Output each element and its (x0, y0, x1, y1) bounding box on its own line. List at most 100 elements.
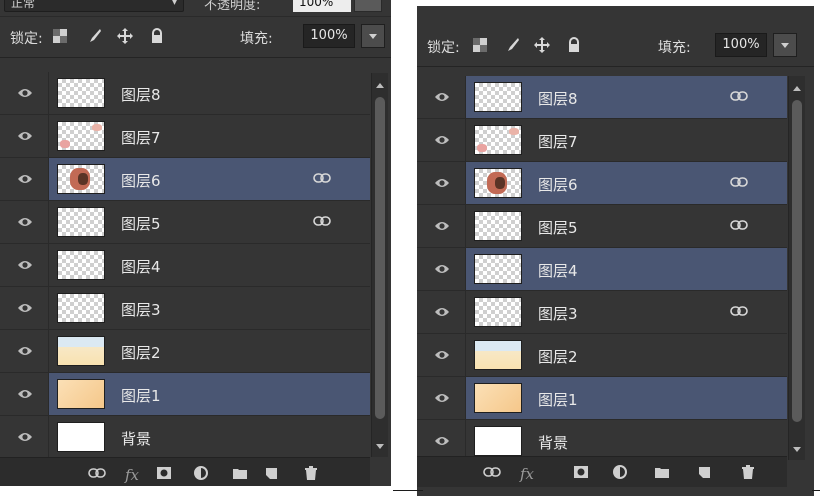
link-layers-icon[interactable] (483, 464, 501, 480)
visibility-eye-icon[interactable] (17, 345, 33, 357)
visibility-eye-icon[interactable] (17, 130, 33, 142)
layer-row[interactable]: 图层8 (417, 76, 787, 119)
lock-transparent-pixels-icon[interactable] (52, 28, 68, 44)
scroll-up-icon[interactable] (793, 86, 801, 91)
visibility-toggle[interactable] (0, 72, 49, 114)
lock-position-icon[interactable] (117, 28, 133, 44)
visibility-toggle[interactable] (0, 115, 49, 157)
fill-dropdown-button[interactable] (773, 33, 797, 57)
visibility-eye-icon[interactable] (17, 173, 33, 185)
scroll-up-icon[interactable] (376, 83, 384, 88)
visibility-toggle[interactable] (0, 158, 49, 200)
layer-row[interactable]: 图层7 (0, 115, 370, 158)
lock-image-pixels-icon[interactable] (86, 28, 102, 44)
delete-layer-icon[interactable] (739, 464, 757, 480)
visibility-eye-icon[interactable] (434, 435, 450, 447)
visibility-toggle[interactable] (0, 244, 49, 286)
scroll-thumb[interactable] (375, 97, 385, 419)
layer-main-cell[interactable]: 图层7 (466, 119, 787, 161)
layer-main-cell[interactable]: 图层2 (49, 330, 370, 372)
layer-main-cell[interactable]: 图层4 (466, 248, 787, 290)
layer-row[interactable]: 图层2 (0, 330, 370, 373)
delete-layer-icon[interactable] (302, 465, 320, 481)
visibility-eye-icon[interactable] (434, 220, 450, 232)
add-mask-icon[interactable] (155, 465, 173, 481)
new-group-icon[interactable] (231, 465, 249, 481)
scroll-thumb[interactable] (792, 100, 802, 422)
visibility-eye-icon[interactable] (434, 177, 450, 189)
visibility-toggle[interactable] (0, 416, 49, 458)
layer-row[interactable]: 图层4 (417, 248, 787, 291)
lock-position-icon[interactable] (534, 37, 550, 53)
layer-row[interactable]: 图层6 (417, 162, 787, 205)
visibility-toggle[interactable] (0, 201, 49, 243)
fill-field[interactable]: 100% (715, 33, 767, 57)
layer-main-cell[interactable]: 图层1 (466, 377, 787, 419)
visibility-toggle[interactable] (417, 334, 466, 376)
visibility-toggle[interactable] (417, 162, 466, 204)
fx-icon[interactable]: fx (125, 465, 143, 483)
visibility-eye-icon[interactable] (434, 349, 450, 361)
opacity-dropdown-button[interactable] (354, 0, 382, 12)
visibility-toggle[interactable] (417, 248, 466, 290)
layer-row[interactable]: 图层1 (417, 377, 787, 420)
visibility-toggle[interactable] (417, 119, 466, 161)
fx-icon[interactable]: fx (520, 464, 538, 482)
visibility-toggle[interactable] (0, 373, 49, 415)
new-layer-icon[interactable] (695, 464, 713, 480)
visibility-toggle[interactable] (417, 291, 466, 333)
layer-main-cell[interactable]: 图层5 (49, 201, 370, 243)
scroll-down-icon[interactable] (793, 447, 801, 452)
visibility-eye-icon[interactable] (17, 302, 33, 314)
layer-main-cell[interactable]: 图层2 (466, 334, 787, 376)
layer-row[interactable]: 图层5 (417, 205, 787, 248)
link-layers-icon[interactable] (88, 465, 106, 481)
visibility-eye-icon[interactable] (17, 87, 33, 99)
layer-row[interactable]: 背景 (0, 416, 370, 459)
layer-main-cell[interactable]: 图层3 (466, 291, 787, 333)
visibility-eye-icon[interactable] (434, 306, 450, 318)
visibility-eye-icon[interactable] (434, 263, 450, 275)
layer-row[interactable]: 图层3 (417, 291, 787, 334)
visibility-toggle[interactable] (417, 205, 466, 247)
fill-dropdown-button[interactable] (361, 24, 385, 48)
new-layer-icon[interactable] (262, 465, 280, 481)
layer-row[interactable]: 图层1 (0, 373, 370, 416)
visibility-eye-icon[interactable] (434, 392, 450, 404)
lock-all-icon[interactable] (566, 37, 582, 53)
visibility-eye-icon[interactable] (434, 134, 450, 146)
visibility-toggle[interactable] (0, 330, 49, 372)
layer-row[interactable]: 图层2 (417, 334, 787, 377)
layer-main-cell[interactable]: 图层3 (49, 287, 370, 329)
new-group-icon[interactable] (653, 464, 671, 480)
visibility-toggle[interactable] (417, 76, 466, 118)
fill-field[interactable]: 100% (303, 24, 355, 48)
lock-transparent-pixels-icon[interactable] (472, 37, 488, 53)
lock-all-icon[interactable] (149, 28, 165, 44)
layer-main-cell[interactable]: 图层6 (49, 158, 370, 200)
layer-main-cell[interactable]: 背景 (49, 416, 370, 458)
layer-main-cell[interactable]: 图层6 (466, 162, 787, 204)
visibility-toggle[interactable] (0, 287, 49, 329)
adjustment-layer-icon[interactable] (193, 465, 211, 481)
layer-main-cell[interactable]: 图层4 (49, 244, 370, 286)
layer-row[interactable]: 图层4 (0, 244, 370, 287)
visibility-eye-icon[interactable] (17, 216, 33, 228)
layer-main-cell[interactable]: 图层7 (49, 115, 370, 157)
layer-main-cell[interactable]: 图层8 (466, 76, 787, 118)
add-mask-icon[interactable] (572, 464, 590, 480)
visibility-toggle[interactable] (417, 377, 466, 419)
visibility-eye-icon[interactable] (17, 259, 33, 271)
layer-main-cell[interactable]: 图层8 (49, 72, 370, 114)
layers-scrollbar[interactable] (371, 73, 388, 457)
visibility-eye-icon[interactable] (434, 91, 450, 103)
layer-row[interactable]: 图层3 (0, 287, 370, 330)
layers-scrollbar[interactable] (788, 76, 805, 460)
layer-row[interactable]: 图层6 (0, 158, 370, 201)
blend-mode-select[interactable]: 正常 ▾ (4, 0, 184, 12)
lock-image-pixels-icon[interactable] (504, 37, 520, 53)
opacity-field[interactable]: 100% (293, 0, 351, 12)
visibility-eye-icon[interactable] (17, 431, 33, 443)
adjustment-layer-icon[interactable] (612, 464, 630, 480)
layer-row[interactable]: 图层5 (0, 201, 370, 244)
